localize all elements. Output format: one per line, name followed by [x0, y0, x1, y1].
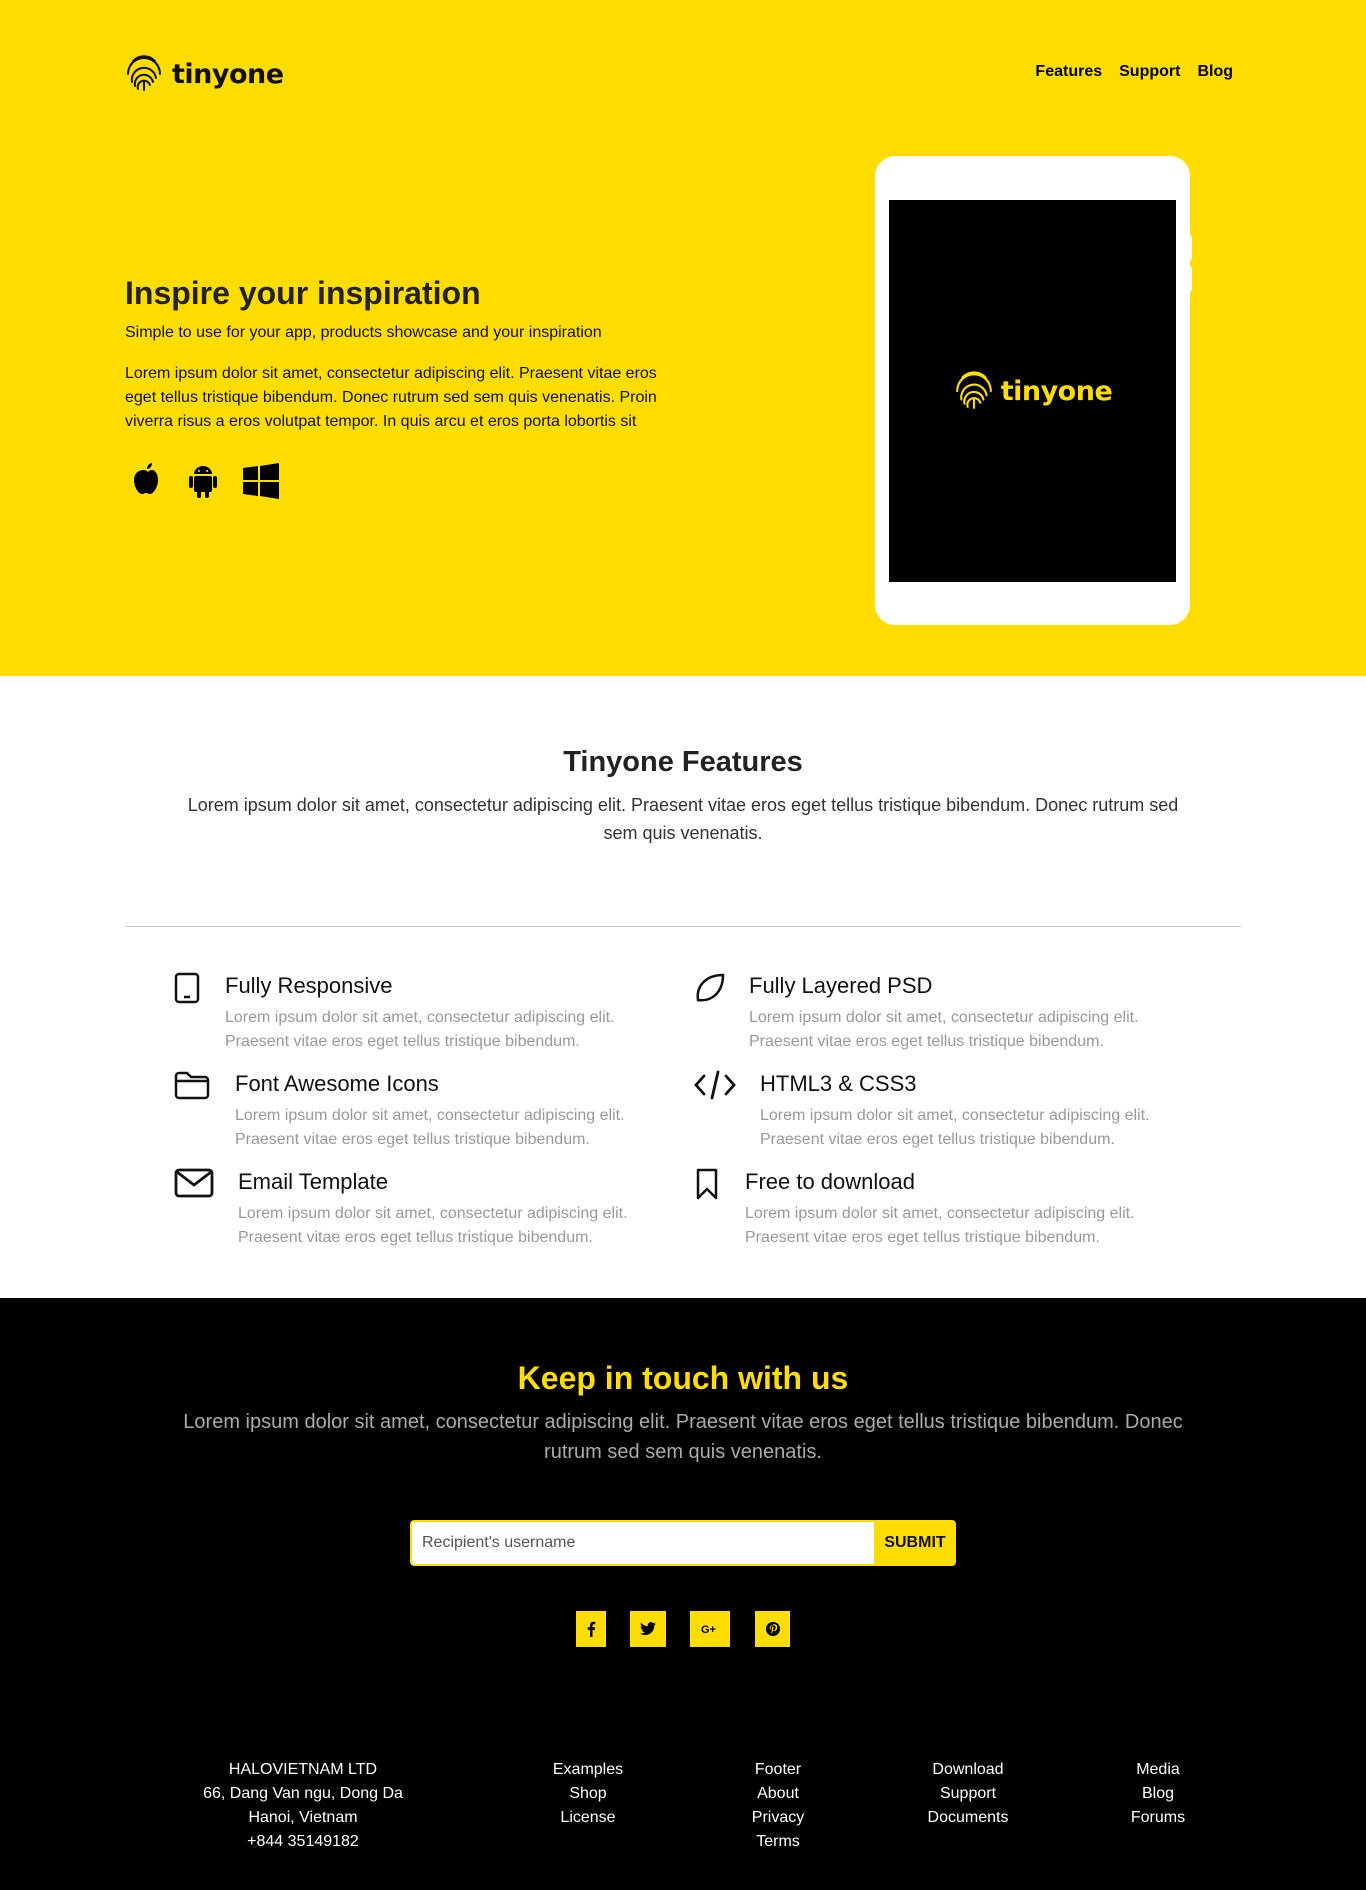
footer-company: HALOVIETNAM LTD 66, Dang Van ngu, Dong D… [196, 1758, 410, 1854]
company-address: 66, Dang Van ngu, Dong Da [203, 1785, 403, 1802]
contact-text: Lorem ipsum dolor sit amet, consectetur … [183, 1411, 1183, 1463]
footer-link-footer[interactable]: Footer [728, 1758, 828, 1782]
feature-item: Fully Layered PSD Lorem ipsum dolor sit … [694, 972, 1149, 1054]
android-icon[interactable] [183, 460, 223, 502]
svg-text:G+: G+ [701, 1624, 716, 1635]
fingerprint-icon [953, 368, 995, 415]
username-input[interactable] [410, 1520, 874, 1566]
nav-blog[interactable]: Blog [1197, 63, 1233, 81]
feature-desc: Lorem ipsum dolor sit amet, consectetur … [745, 1205, 1135, 1246]
hero-body: Lorem ipsum dolor sit amet, consectetur … [125, 365, 657, 430]
feature-title: Font Awesome Icons [235, 1071, 439, 1096]
footer-link-documents[interactable]: Documents [908, 1806, 1028, 1830]
footer-link-media[interactable]: Media [1108, 1758, 1208, 1782]
brand-name: tinyone [172, 59, 284, 90]
divider [125, 926, 1241, 927]
submit-button[interactable]: SUBMIT [874, 1520, 956, 1566]
feature-title: Email Template [238, 1169, 388, 1194]
feature-title: HTML3 & CSS3 [760, 1071, 917, 1096]
fingerprint-icon [124, 52, 164, 97]
hero-title: Inspire your inspiration [125, 275, 481, 311]
tablet-mockup: tinyone [875, 156, 1190, 625]
footer-link-about[interactable]: About [728, 1782, 828, 1806]
features-section: Tinyone Features Lorem ipsum dolor sit a… [0, 676, 1366, 1298]
company-city: Hanoi, Vietnam [248, 1809, 358, 1826]
nav-features[interactable]: Features [1035, 63, 1102, 81]
google-plus-icon[interactable]: G+ [690, 1611, 730, 1647]
main-nav: Features Support Blog [1035, 63, 1233, 81]
features-intro: Lorem ipsum dolor sit amet, consectetur … [187, 795, 1179, 843]
feature-desc: Lorem ipsum dolor sit amet, consectetur … [238, 1205, 628, 1246]
leaf-icon [694, 972, 749, 1012]
footer-links-col: Examples Shop License [538, 1758, 638, 1830]
footer-link-download[interactable]: Download [908, 1758, 1028, 1782]
platform-icons [125, 460, 670, 502]
tablet-icon [174, 972, 225, 1012]
twitter-icon[interactable] [630, 1611, 666, 1647]
company-phone: +844 35149182 [247, 1833, 359, 1850]
hero-subtitle: Simple to use for your app, products sho… [125, 324, 602, 341]
contact-section: Keep in touch with us Lorem ipsum dolor … [0, 1298, 1366, 1890]
feature-item: Free to download Lorem ipsum dolor sit a… [694, 1168, 1145, 1250]
feature-title: Free to download [745, 1169, 915, 1194]
device-brand-name: tinyone [1000, 375, 1113, 407]
footer-link-blog[interactable]: Blog [1108, 1782, 1208, 1806]
feature-item: HTML3 & CSS3 Lorem ipsum dolor sit amet,… [694, 1070, 1160, 1152]
footer-links-col: Download Support Documents [908, 1758, 1028, 1830]
contact-title: Keep in touch with us [517, 1360, 849, 1396]
company-name: HALOVIETNAM LTD [228, 1761, 378, 1778]
hero-section: tinyone Features Support Blog Inspire yo… [0, 0, 1366, 676]
footer-link-license[interactable]: License [538, 1806, 638, 1830]
footer-link-terms[interactable]: Terms [728, 1830, 828, 1854]
code-icon [694, 1070, 760, 1110]
footer-links-col: Footer About Privacy Terms [728, 1758, 828, 1854]
feature-item: Fully Responsive Lorem ipsum dolor sit a… [174, 972, 625, 1054]
feature-desc: Lorem ipsum dolor sit amet, consectetur … [760, 1107, 1150, 1148]
feature-title: Fully Responsive [225, 973, 393, 998]
hero-text: Inspire your inspiration Simple to use f… [125, 275, 670, 502]
folder-icon [174, 1070, 235, 1110]
bookmark-icon [694, 1168, 745, 1208]
tablet-screen: tinyone [889, 200, 1176, 582]
footer-link-forums[interactable]: Forums [1108, 1806, 1208, 1830]
windows-icon[interactable] [241, 460, 281, 502]
feature-item: Font Awesome Icons Lorem ipsum dolor sit… [174, 1070, 635, 1152]
footer-link-privacy[interactable]: Privacy [728, 1806, 828, 1830]
feature-desc: Lorem ipsum dolor sit amet, consectetur … [235, 1107, 625, 1148]
subscribe-form: SUBMIT [410, 1520, 956, 1566]
features-title: Tinyone Features [563, 746, 803, 778]
feature-item: Email Template Lorem ipsum dolor sit ame… [174, 1168, 638, 1250]
nav-support[interactable]: Support [1119, 63, 1180, 81]
feature-title: Fully Layered PSD [749, 973, 933, 998]
apple-icon[interactable] [125, 460, 165, 502]
facebook-icon[interactable] [576, 1611, 606, 1647]
feature-desc: Lorem ipsum dolor sit amet, consectetur … [749, 1009, 1139, 1050]
envelope-icon [174, 1168, 238, 1208]
footer-link-support[interactable]: Support [908, 1782, 1028, 1806]
social-links: G+ [0, 1611, 1366, 1647]
brand-logo[interactable]: tinyone [124, 52, 284, 97]
footer-link-examples[interactable]: Examples [538, 1758, 638, 1782]
pinterest-icon[interactable] [755, 1611, 790, 1647]
footer-links-col: Media Blog Forums [1108, 1758, 1208, 1830]
footer-link-shop[interactable]: Shop [538, 1782, 638, 1806]
feature-desc: Lorem ipsum dolor sit amet, consectetur … [225, 1009, 615, 1050]
